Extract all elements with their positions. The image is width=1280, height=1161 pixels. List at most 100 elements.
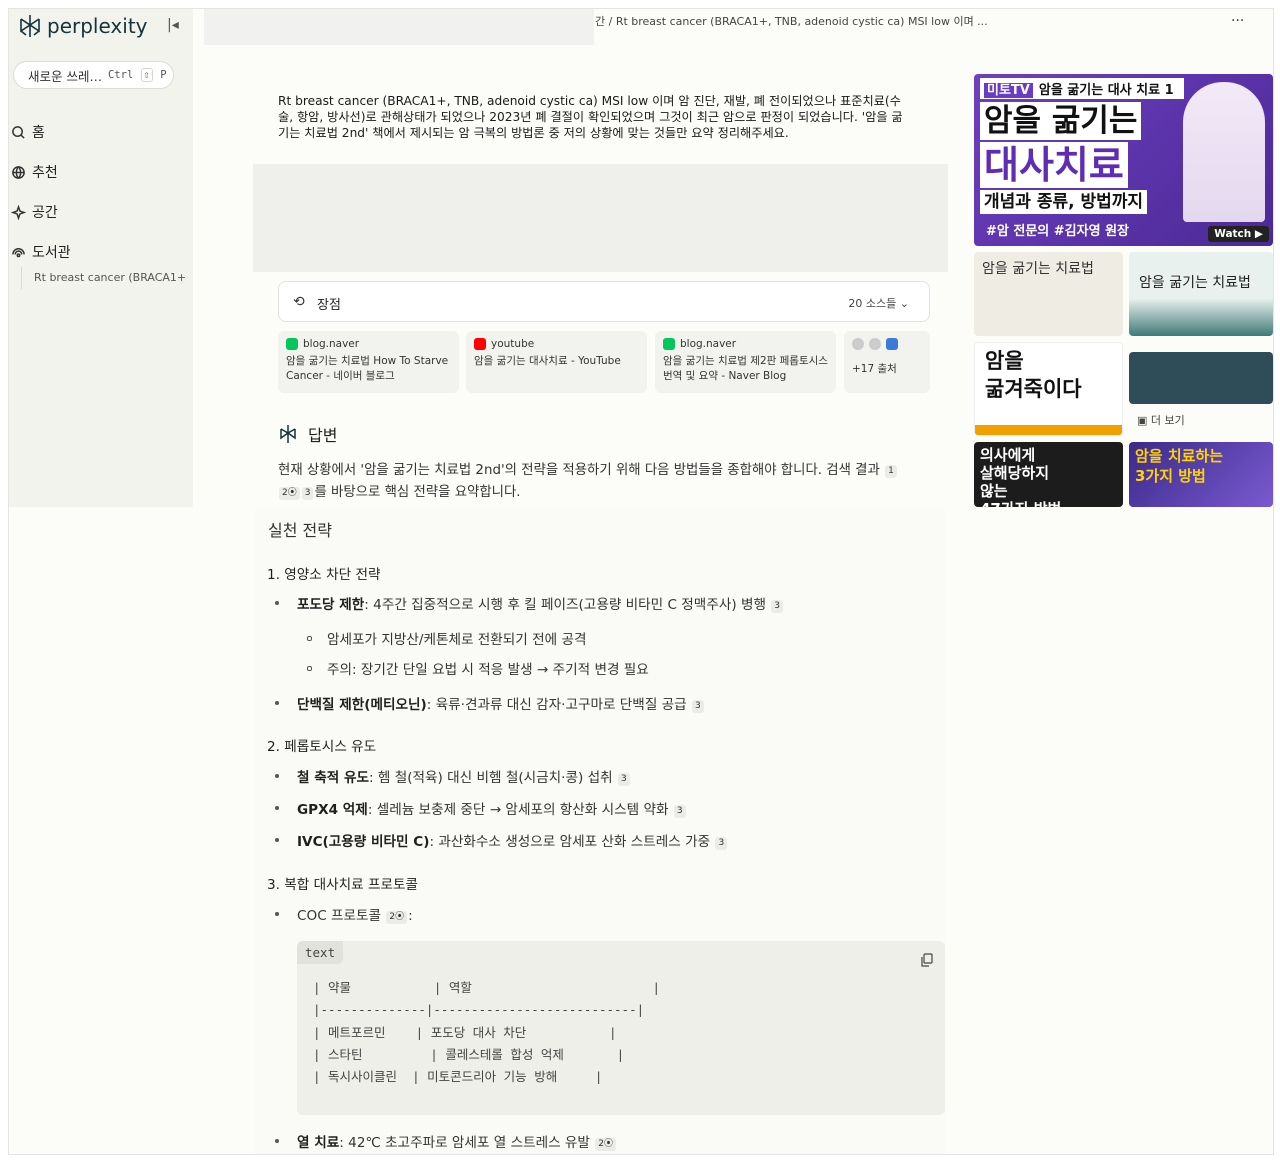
more-sources-card[interactable]: +17 출처	[844, 331, 930, 393]
sidebar-item-spaces[interactable]: 공간	[9, 192, 193, 232]
source-site-name: youtube	[491, 338, 535, 350]
breadcrumb[interactable]: 간 / Rt breast cancer (BRACA1+, TNB, aden…	[595, 13, 988, 29]
perplexity-answer-icon	[280, 425, 296, 443]
sources-count[interactable]: 20 소스들 ⌄	[848, 295, 909, 311]
video-title: 암을 치료하는 3가지 방법	[1135, 447, 1224, 485]
list-item-term: GPX4 억제	[297, 802, 368, 818]
video-title-line3: 개념과 종류, 방법까지	[980, 190, 1148, 214]
list-item-text: : 헴 철(적육) 대신 비헴 철(시금치·콩) 섭취	[369, 770, 613, 786]
list-item-text: : 육류·견과류 대신 감자·고구마로 단백질 공급	[426, 697, 687, 713]
video-thumbnail-main[interactable]: 미토TV 암을 굶기는 대사 치료 1 암을 굶기는 대사치료 개념과 종류, 방…	[974, 74, 1273, 246]
list-item: 암세포가 지방산/케톤체로 전환되기 전에 공격	[327, 632, 587, 648]
top-bar: 간 / Rt breast cancer (BRACA1+, TNB, aden…	[193, 9, 1273, 45]
book-title: 암을 굶기는 치료법	[982, 261, 1094, 277]
loading-placeholder	[253, 164, 948, 272]
video-thumbnail[interactable]: 암을 치료하는 3가지 방법	[1129, 442, 1273, 507]
citation[interactable]: 3	[692, 700, 704, 713]
sidebar: perplexity |◂ 새로운 쓰레… Ctrl ⇧ P 홈 추천 공간 도…	[9, 9, 193, 507]
video-title-line2: 대사치료	[980, 142, 1128, 188]
source-card[interactable]: blog.naver 암을 굶기는 치료법 제2판 페롭토시스 번역 및 요약 …	[655, 331, 836, 393]
source-title: 암을 굶기는 대사치료 - YouTube	[474, 355, 621, 367]
shortcut-p: P	[160, 69, 167, 81]
source-title: 암을 굶기는 치료법 How To Starve Cancer - 네이버 블로…	[286, 355, 449, 382]
sidebar-item-library[interactable]: 도서관	[9, 232, 193, 272]
watch-button[interactable]: Watch ▶	[1208, 226, 1269, 242]
new-thread-label: 새로운 쓰레…	[28, 68, 102, 84]
bullet	[275, 774, 279, 778]
list-item: 열 치료: 42℃ 초고주파로 암세포 열 스트레스 유발 2⦿	[297, 1131, 617, 1151]
source-site-name: blog.naver	[303, 338, 360, 350]
naver-blog-icon	[663, 338, 675, 350]
video-title-line1: 암을 굶기는	[980, 102, 1142, 140]
source-site: youtube	[474, 338, 639, 350]
source-site: blog.naver	[286, 338, 451, 350]
citation[interactable]: 3	[715, 837, 728, 850]
citation[interactable]: 2⦿	[595, 1138, 616, 1151]
video-thumbnail[interactable]: 의사에게 살해당하지 않는 47가지 방법	[974, 442, 1123, 507]
image-thumbnail[interactable]: 암을 굶겨죽이다	[974, 342, 1123, 436]
citation[interactable]: 3	[771, 600, 784, 613]
sources-panel[interactable]: ⟲ 장점 20 소스들 ⌄	[278, 281, 930, 322]
code-content: | 약물 | 역할 | |--------------|------------…	[313, 980, 661, 1085]
list-item-term: IVC(고용량 비타민 C)	[297, 834, 430, 850]
screenshot-frame: perplexity |◂ 새로운 쓰레… Ctrl ⇧ P 홈 추천 공간 도…	[0, 0, 1280, 1161]
citation[interactable]: 2⦿	[386, 911, 408, 924]
sources-panel-label: 장점	[317, 298, 341, 313]
collapse-sidebar-icon[interactable]: |◂	[167, 17, 183, 33]
sources-count-text: 20 소스들	[848, 297, 897, 310]
bullet	[275, 1139, 279, 1143]
channel-name: 미토TV	[984, 83, 1033, 98]
citation[interactable]: 3	[617, 773, 630, 786]
list-item-text: : 과산화수소 생성으로 암세포 산화 스트레스 가중	[429, 834, 711, 850]
spaces-icon	[11, 204, 26, 220]
top-bar-blank-area	[204, 9, 594, 45]
list-item: GPX4 억제: 셀레늄 보충제 중단 → 암세포의 항산화 시스템 약화 3	[297, 798, 687, 818]
citation[interactable]: 3	[673, 805, 686, 818]
section-title: 실천 전략	[268, 521, 332, 540]
perplexity-page: perplexity |◂ 새로운 쓰레… Ctrl ⇧ P 홈 추천 공간 도…	[8, 8, 1274, 1155]
web-icon	[869, 338, 881, 350]
bullet	[307, 636, 312, 641]
image-thumbnail[interactable]: 암을 굶기는 치료법	[1129, 252, 1273, 336]
image-thumbnail[interactable]	[1129, 352, 1273, 404]
citation[interactable]: 3	[301, 487, 314, 500]
citation[interactable]: 1	[885, 465, 897, 478]
book-title: 암을 굶겨죽이다	[985, 349, 1082, 401]
list-item: COC 프로토콜 2⦿:	[297, 908, 413, 924]
list-item-text: : 4주간 집중적으로 시행 후 킬 페이즈(고용량 비타민 C 정맥주사) 병…	[364, 597, 766, 613]
citation[interactable]: 2⦿	[279, 487, 300, 500]
sidebar-item-home[interactable]: 홈	[9, 112, 193, 152]
logo[interactable]: perplexity	[17, 13, 148, 39]
book-title: 암을 굶기는 치료법	[1139, 275, 1251, 291]
more-options-icon[interactable]: ···	[1231, 13, 1244, 29]
list-item-text: COC 프로토콜	[297, 908, 382, 924]
youtube-icon	[474, 338, 486, 350]
video-tag: 미토TV 암을 굶기는 대사 치료 1	[980, 78, 1184, 99]
sources-icon: ⟲	[293, 294, 305, 310]
answer-intro: 현재 상황에서 '암을 굶기는 치료법 2nd'의 전략을 적용하기 위해 다음…	[278, 460, 920, 504]
list-item-term: 열 치료	[297, 1135, 340, 1151]
list-item-text: : 42℃ 초고주파로 암세포 열 스트레스 유발	[339, 1135, 590, 1151]
web-icon	[852, 338, 864, 350]
answer-body: 실천 전략 1. 영양소 차단 전략 포도당 제한: 4주간 집중적으로 시행 …	[255, 509, 945, 1154]
shortcut-shift: ⇧	[140, 68, 153, 82]
user-question: Rt breast cancer (BRACA1+, TNB, adenoid …	[278, 94, 903, 140]
more-images-button[interactable]: ▣ 더 보기	[1137, 412, 1185, 428]
new-thread-button[interactable]: 새로운 쓰레… Ctrl ⇧ P	[13, 61, 174, 89]
source-card[interactable]: blog.naver 암을 굶기는 치료법 How To Starve Canc…	[278, 331, 459, 393]
bullet	[275, 806, 279, 810]
sidebar-nav: 홈 추천 공간 도서관	[9, 112, 193, 272]
sidebar-item-label: 추천	[32, 165, 58, 181]
source-site: blog.naver	[663, 338, 828, 350]
bullet	[275, 838, 279, 842]
sidebar-item-label: 공간	[32, 205, 58, 221]
source-card[interactable]: youtube 암을 굶기는 대사치료 - YouTube	[466, 331, 647, 393]
copy-icon[interactable]	[921, 953, 933, 967]
answer-intro-text: 현재 상황에서 '암을 굶기는 치료법 2nd'의 전략을 적용하기 위해 다음…	[278, 463, 880, 478]
library-thread-link[interactable]: Rt breast cancer (BRACA1+	[21, 267, 198, 289]
sidebar-item-discover[interactable]: 추천	[9, 152, 193, 192]
code-language-label: text	[297, 941, 344, 964]
list-item-text: : 셀레늄 보충제 중단 → 암세포의 항산화 시스템 약화	[367, 802, 669, 818]
code-block: text | 약물 | 역할 | |--------------|-------…	[297, 941, 945, 1115]
image-thumbnail[interactable]: 암을 굶기는 치료법	[974, 252, 1123, 336]
